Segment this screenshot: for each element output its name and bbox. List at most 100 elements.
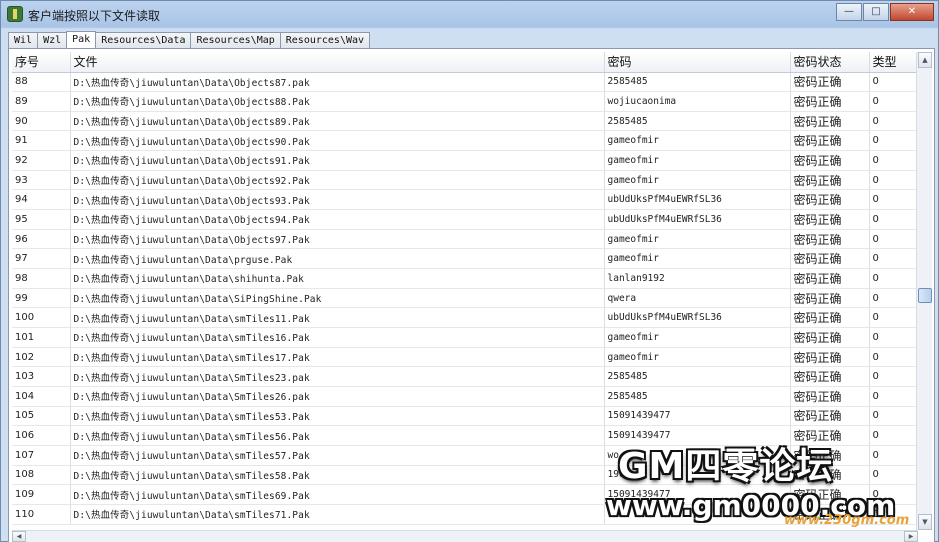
cell-seq: 94 — [12, 189, 71, 211]
cell-password: 2585485 — [604, 111, 791, 132]
minimize-button[interactable]: — — [836, 3, 862, 21]
table-row[interactable]: 97 D:\热血传奇\jiuwuluntan\Data\prguse.Pak gam… — [12, 248, 918, 270]
cell-file: D:\热血传奇\jiuwuluntan\Data\smTiles58.Pak — [70, 465, 605, 486]
tab-panel: 序号 文件 密码 密码状态 类型 88 D:\热血传奇\jiuwuluntan\D… — [8, 48, 935, 542]
table-row[interactable]: 108 D:\热血传奇\jiuwuluntan\Data\smTiles58.Pa… — [12, 465, 918, 486]
tab-resources-data[interactable]: Resources\Data — [95, 32, 192, 49]
cell-seq: 101 — [12, 327, 71, 348]
app-window: 客户端按照以下文件读取 — □ ✕ Wil Wzl Pak Resources\… — [0, 0, 939, 542]
scroll-thumb[interactable] — [918, 288, 932, 303]
scroll-left-button[interactable]: ◀ — [12, 531, 26, 542]
column-header-file[interactable]: 文件 — [70, 52, 605, 73]
column-header-password[interactable]: 密码 — [604, 52, 791, 73]
table-row[interactable]: 99 D:\热血传奇\jiuwuluntan\Data\SiPingShine.P… — [12, 288, 918, 309]
cell-password-status: 密码正确 — [790, 465, 870, 486]
scroll-up-button[interactable]: ▲ — [918, 52, 932, 68]
table-row[interactable]: 104 D:\热血传奇\jiuwuluntan\Data\SmTiles26.pa… — [12, 386, 918, 407]
table-row[interactable]: 107 D:\热血传奇\jiuwuluntan\Data\smTiles57.Pa… — [12, 445, 918, 466]
column-header-type[interactable]: 类型 — [869, 52, 918, 73]
cell-password: gameofmir — [604, 170, 791, 191]
table-row[interactable]: 103 D:\热血传奇\jiuwuluntan\Data\SmTiles23.pa… — [12, 366, 918, 387]
cell-type: 0 — [869, 347, 918, 368]
cell-password-status: 密码正确 — [790, 209, 870, 230]
cell-password-status: 密码正确 — [790, 170, 870, 191]
scroll-down-button[interactable]: ▼ — [918, 514, 932, 530]
cell-seq: 90 — [12, 111, 71, 132]
table-row[interactable]: 100 D:\热血传奇\jiuwuluntan\Data\smTiles11.Pa… — [12, 307, 918, 329]
table-row[interactable]: 94 D:\热血传奇\jiuwuluntan\Data\Objects93.Pak… — [12, 189, 918, 211]
cell-password-status: 密码正确 — [790, 484, 870, 505]
cell-file: D:\热血传奇\jiuwuluntan\Data\smTiles17.Pak — [70, 347, 605, 368]
table-row[interactable]: 102 D:\热血传奇\jiuwuluntan\Data\smTiles17.Pa… — [12, 347, 918, 368]
table-row[interactable]: 96 D:\热血传奇\jiuwuluntan\Data\Objects97.Pak… — [12, 229, 918, 250]
app-icon — [7, 6, 23, 22]
cell-password — [604, 504, 791, 525]
cell-password: wojiucaonima — [604, 91, 791, 112]
tab-wzl[interactable]: Wzl — [37, 32, 68, 49]
header-row: 序号 文件 密码 密码状态 类型 — [12, 52, 918, 73]
cell-password-status: 密码正确 — [790, 91, 870, 112]
table-row[interactable]: 89 D:\热血传奇\jiuwuluntan\Data\Objects88.Pak… — [12, 91, 918, 112]
window-controls: — □ ✕ — [835, 3, 934, 21]
tab-strip: Wil Wzl Pak Resources\Data Resources\Map… — [8, 31, 371, 50]
cell-seq: 104 — [12, 386, 71, 407]
cell-type: 0 — [869, 484, 918, 505]
cell-file: D:\热血传奇\jiuwuluntan\Data\SmTiles26.pak — [70, 386, 605, 407]
vertical-scrollbar[interactable]: ▲ ▼ — [916, 52, 932, 530]
cell-password: qwera — [604, 288, 791, 309]
cell-password: gameofmir — [604, 150, 791, 171]
maximize-button[interactable]: □ — [863, 3, 889, 21]
scroll-right-button[interactable]: ▶ — [904, 531, 918, 542]
cell-type: 0 — [869, 111, 918, 132]
table-row[interactable]: 110 D:\热血传奇\jiuwuluntan\Data\smTiles71.Pa… — [12, 504, 918, 525]
tab-resources-map[interactable]: Resources\Map — [190, 32, 281, 49]
cell-type: 0 — [869, 170, 918, 191]
cell-seq: 96 — [12, 229, 71, 250]
window-title: 客户端按照以下文件读取 — [28, 9, 161, 23]
cell-password: 15091439477 — [604, 425, 791, 446]
horizontal-scrollbar[interactable]: ◀ ▶ — [12, 530, 918, 542]
cell-file: D:\热血传奇\jiuwuluntan\Data\SmTiles23.pak — [70, 366, 605, 387]
table-row[interactable]: 98 D:\热血传奇\jiuwuluntan\Data\shihunta.Pak l… — [12, 268, 918, 289]
tab-wil[interactable]: Wil — [8, 32, 39, 49]
cell-file: D:\热血传奇\jiuwuluntan\Data\Objects87.pak — [70, 72, 605, 93]
table-row[interactable]: 91 D:\热血传奇\jiuwuluntan\Data\Objects90.Pak… — [12, 130, 918, 152]
cell-password: gameofmir — [604, 130, 791, 152]
table-row[interactable]: 95 D:\热血传奇\jiuwuluntan\Data\Objects94.Pak… — [12, 209, 918, 230]
column-header-seq[interactable]: 序号 — [12, 52, 71, 73]
table-row[interactable]: 105 D:\热血传奇\jiuwuluntan\Data\smTiles53.Pa… — [12, 406, 918, 427]
table-row[interactable]: 101 D:\热血传奇\jiuwuluntan\Data\smTiles16.Pa… — [12, 327, 918, 348]
cell-password-status: 密码正确 — [790, 307, 870, 329]
cell-password-status: 密码正确 — [790, 406, 870, 427]
cell-password: 2585485 — [604, 386, 791, 407]
table-row[interactable]: 92 D:\热血传奇\jiuwuluntan\Data\Objects91.Pak… — [12, 150, 918, 171]
file-grid[interactable]: 序号 文件 密码 密码状态 类型 88 D:\热血传奇\jiuwuluntan\D… — [12, 52, 918, 530]
cell-password: 15091439477 — [604, 484, 791, 505]
cell-seq: 100 — [12, 307, 71, 329]
cell-file: D:\热血传奇\jiuwuluntan\Data\smTiles11.Pak — [70, 307, 605, 329]
cell-seq: 102 — [12, 347, 71, 368]
cell-password-status: 密码正确 — [790, 268, 870, 289]
cell-password-status: 密码正确 — [790, 425, 870, 446]
cell-file: D:\热血传奇\jiuwuluntan\Data\Objects93.Pak — [70, 189, 605, 211]
table-row[interactable]: 88 D:\热血传奇\jiuwuluntan\Data\Objects87.pak… — [12, 72, 918, 93]
cell-password-status: 密码正确 — [790, 445, 870, 466]
table-row[interactable]: 109 D:\热血传奇\jiuwuluntan\Data\smTiles69.Pa… — [12, 484, 918, 505]
cell-file: D:\热血传奇\jiuwuluntan\Data\Objects97.Pak — [70, 229, 605, 250]
cell-file: D:\热血传奇\jiuwuluntan\Data\Objects88.Pak — [70, 91, 605, 112]
cell-seq: 88 — [12, 72, 71, 93]
cell-password: wo — [604, 445, 791, 466]
table-row[interactable]: 93 D:\热血传奇\jiuwuluntan\Data\Objects92.Pak… — [12, 170, 918, 191]
table-row[interactable]: 106 D:\热血传奇\jiuwuluntan\Data\smTiles56.Pa… — [12, 425, 918, 446]
cell-password-status: 密码正确 — [790, 130, 870, 152]
cell-seq: 110 — [12, 504, 71, 525]
cell-type: 0 — [869, 366, 918, 387]
column-header-password-status[interactable]: 密码状态 — [790, 52, 870, 73]
cell-type: 0 — [869, 189, 918, 211]
close-button[interactable]: ✕ — [890, 3, 934, 21]
cell-password: 2585485 — [604, 72, 791, 93]
cell-type: 0 — [869, 504, 918, 525]
tab-resources-wav[interactable]: Resources\Wav — [279, 32, 371, 49]
title-bar[interactable]: 客户端按照以下文件读取 — □ ✕ — [1, 1, 939, 29]
table-row[interactable]: 90 D:\热血传奇\jiuwuluntan\Data\Objects89.Pak… — [12, 111, 918, 132]
